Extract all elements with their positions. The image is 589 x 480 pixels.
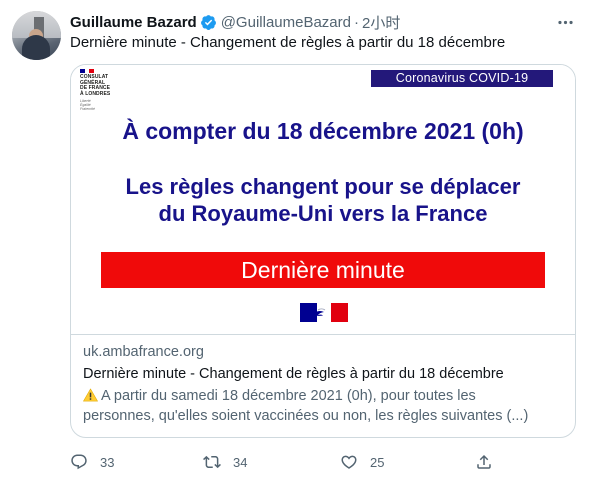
retweet-count: 34: [233, 454, 248, 470]
card-description-line2: personnes, qu'elles soient vaccinées ou …: [83, 408, 529, 424]
warning-icon: [83, 388, 98, 402]
tweet-text: Dernière minute - Changement de règles à…: [70, 34, 506, 51]
consulat-title: CONSULAT GÉNÉRAL DE FRANCE À LONDRES: [80, 74, 111, 97]
headline-rules: Les règles changent pour se déplacer du …: [71, 173, 575, 227]
card-description-line1: A partir du samedi 18 décembre 2021 (0h)…: [101, 388, 476, 404]
consulat-logo: CONSULAT GÉNÉRAL DE FRANCE À LONDRES Lib…: [80, 69, 130, 111]
consulat-motto: Liberté Égalité Fraternité: [80, 99, 95, 111]
retweet-icon: [203, 455, 221, 469]
separator-dot: ·: [354, 13, 359, 31]
tweet-header: Guillaume Bazard @GuillaumeBazard · 2小时: [70, 12, 577, 32]
reply-icon: [71, 454, 87, 470]
author-name[interactable]: Guillaume Bazard: [70, 14, 197, 31]
card-domain: uk.ambafrance.org: [83, 344, 204, 360]
share-button[interactable]: [475, 450, 493, 474]
card-description: A partir du samedi 18 décembre 2021 (0h)…: [83, 386, 563, 426]
card-image[interactable]: CONSULAT GÉNÉRAL DE FRANCE À LONDRES Lib…: [71, 65, 575, 335]
author-handle[interactable]: @GuillaumeBazard: [221, 14, 351, 31]
card-title: Dernière minute - Changement de règles à…: [83, 366, 504, 382]
avatar[interactable]: [12, 11, 61, 60]
headline-date: À compter du 18 décembre 2021 (0h): [122, 118, 524, 144]
flag-icon: [80, 69, 95, 73]
heart-icon: [341, 455, 357, 469]
action-bar: 33 34 25: [70, 450, 510, 474]
reply-button[interactable]: 33: [70, 450, 114, 474]
reply-count: 33: [100, 454, 115, 470]
headline-rules-line2: du Royaume-Uni vers la France: [158, 201, 488, 226]
tweet-timestamp[interactable]: 2小时: [362, 12, 400, 33]
card-meta: uk.ambafrance.org Dernière minute - Chan…: [83, 342, 563, 426]
like-count: 25: [370, 454, 385, 470]
verified-badge-icon: [200, 14, 217, 31]
like-button[interactable]: 25: [340, 450, 384, 474]
retweet-button[interactable]: 34: [203, 450, 247, 474]
share-icon: [477, 454, 491, 469]
marianne-logo-icon: [300, 303, 348, 322]
urgent-banner: Dernière minute: [101, 252, 545, 288]
more-options-icon[interactable]: [553, 10, 577, 34]
headline-rules-line1: Les règles changent pour se déplacer: [125, 174, 521, 199]
link-card[interactable]: CONSULAT GÉNÉRAL DE FRANCE À LONDRES Lib…: [70, 64, 576, 438]
covid-badge: Coronavirus COVID-19: [371, 70, 553, 87]
